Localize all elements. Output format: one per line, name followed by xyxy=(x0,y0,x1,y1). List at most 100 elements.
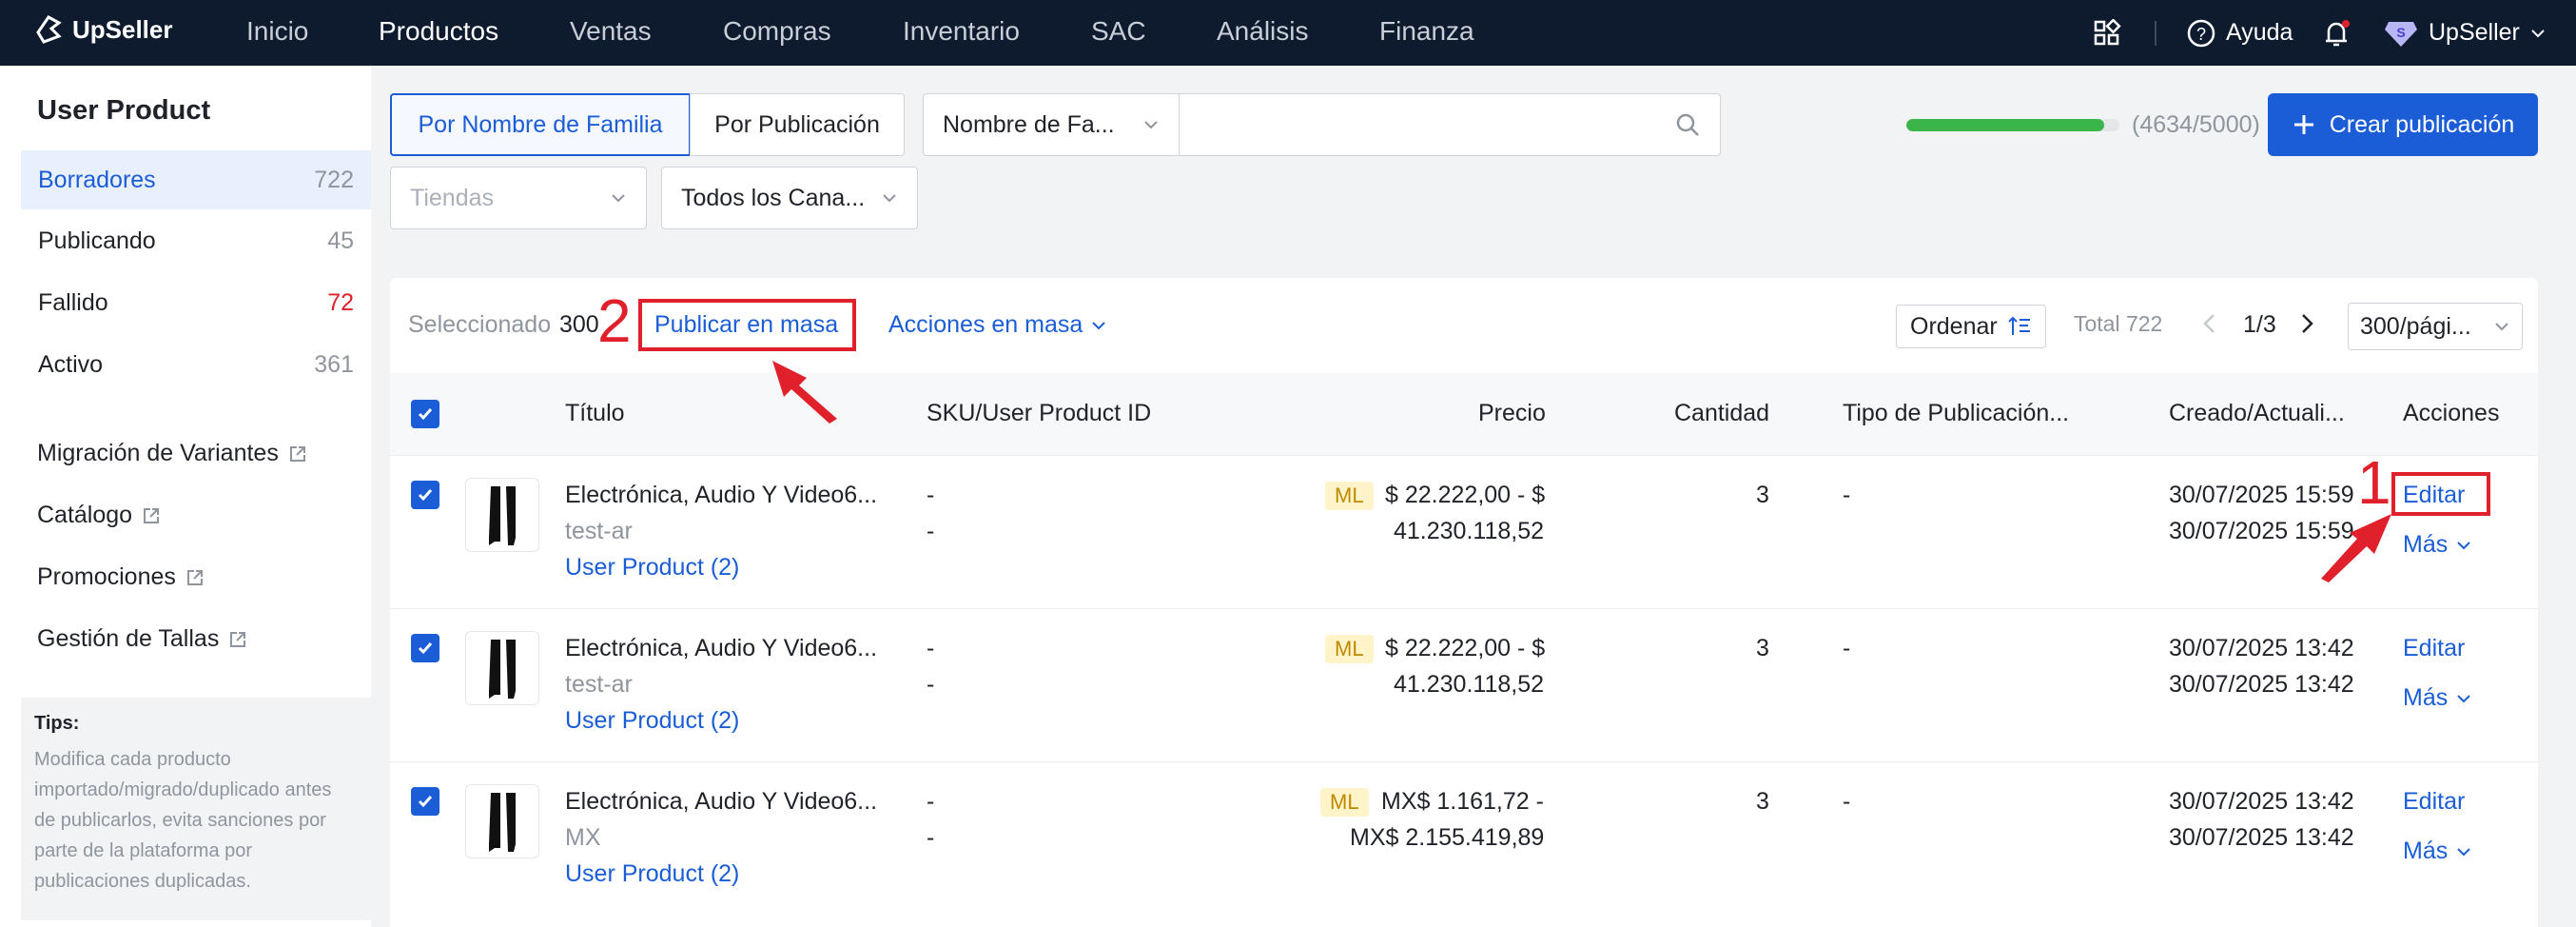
sidebar-link-label: Migración de Variantes xyxy=(37,440,279,466)
chevron-down-icon xyxy=(2457,694,2470,702)
bulk-actions-dropdown[interactable]: Acciones en masa xyxy=(888,311,1107,339)
app-logo[interactable]: UpSeller xyxy=(32,13,173,46)
sidebar-item-label: Publicando xyxy=(38,227,156,254)
sidebar-link-tallas[interactable]: Gestión de Tallas xyxy=(37,625,247,653)
tab-por-publicacion[interactable]: Por Publicación xyxy=(690,93,905,156)
col-header-actions: Acciones xyxy=(2403,400,2500,426)
search-field-select[interactable]: Nombre de Fa... xyxy=(923,93,1180,156)
tips-line: publicaciones duplicadas. xyxy=(34,871,251,892)
tab-por-nombre-familia[interactable]: Por Nombre de Familia xyxy=(390,93,691,156)
user-menu[interactable]: S UpSeller xyxy=(2383,0,2547,66)
more-label: Más xyxy=(2403,531,2449,558)
annotation-box-edit xyxy=(2391,472,2490,516)
bell-icon xyxy=(2326,19,2350,46)
notifications-button[interactable] xyxy=(2321,0,2352,66)
sidebar-item-fallido[interactable]: Fallido 72 xyxy=(21,273,371,332)
price-range-start: MX$ 1.161,72 - xyxy=(1381,788,1544,815)
more-actions-dropdown[interactable]: Más xyxy=(2403,838,2472,865)
nav-inventario[interactable]: Inventario xyxy=(903,16,1020,47)
sidebar-link-label: Gestión de Tallas xyxy=(37,625,220,652)
row-checkbox[interactable] xyxy=(411,481,439,509)
nav-sac[interactable]: SAC xyxy=(1091,16,1146,47)
quota-progress-bar xyxy=(1906,119,2119,131)
external-link-icon xyxy=(289,445,305,462)
sidebar-link-migracion[interactable]: Migración de Variantes xyxy=(37,440,307,467)
publication-type-value: - xyxy=(1843,788,1851,815)
prev-page-icon[interactable] xyxy=(2199,311,2220,336)
row-checkbox[interactable] xyxy=(411,787,439,816)
more-actions-dropdown[interactable]: Más xyxy=(2403,531,2472,559)
next-page-icon[interactable] xyxy=(2296,311,2317,336)
row-checkbox[interactable] xyxy=(411,634,439,662)
ml-badge: ML xyxy=(1320,788,1369,817)
user-product-toggle[interactable]: User Product (2) xyxy=(565,860,739,888)
chevron-down-icon xyxy=(2457,847,2470,856)
product-title[interactable]: Electrónica, Audio Y Video6... xyxy=(565,482,877,509)
search-input[interactable] xyxy=(1179,93,1721,156)
product-title[interactable]: Electrónica, Audio Y Video6... xyxy=(565,788,877,816)
col-header-publication-type: Tipo de Publicación... xyxy=(1843,400,2070,426)
help-button[interactable]: ? Ayuda xyxy=(2186,0,2293,66)
logo-text: UpSeller xyxy=(72,14,173,44)
annotation-box-bulk-publish xyxy=(638,299,856,351)
channels-select[interactable]: Todos los Cana... xyxy=(661,167,918,229)
check-icon xyxy=(418,489,433,502)
product-thumbnail[interactable] xyxy=(465,784,539,858)
product-thumbnail[interactable] xyxy=(465,478,539,552)
nav-compras[interactable]: Compras xyxy=(723,16,831,47)
tips-box: Tips: Modifica cada producto importado/m… xyxy=(21,698,371,920)
annotation-arrow-icon xyxy=(772,361,837,424)
nav-analisis[interactable]: Análisis xyxy=(1217,16,1308,47)
publication-type-value: - xyxy=(1843,635,1851,661)
ml-badge: ML xyxy=(1325,635,1374,663)
sidebar-item-publicando[interactable]: Publicando 45 xyxy=(21,211,371,270)
product-thumbnail[interactable] xyxy=(465,631,539,705)
check-icon xyxy=(418,408,433,421)
sidebar-item-count: 45 xyxy=(327,227,354,254)
upseller-logo-icon xyxy=(36,15,62,44)
edit-button[interactable]: Editar xyxy=(2403,788,2465,816)
sidebar-item-activo[interactable]: Activo 361 xyxy=(21,335,371,394)
page-size-select[interactable]: 300/pági... xyxy=(2348,303,2523,350)
tips-line: parte de la plataforma por xyxy=(34,840,253,861)
sidebar-link-catalogo[interactable]: Catálogo xyxy=(37,502,161,529)
chevron-down-icon xyxy=(2531,29,2545,37)
sidebar-item-borradores[interactable]: Borradores 722 xyxy=(21,150,371,209)
search-icon[interactable] xyxy=(1674,111,1701,138)
select-all-checkbox[interactable] xyxy=(411,400,439,428)
product-title[interactable]: Electrónica, Audio Y Video6... xyxy=(565,635,877,662)
nav-productos[interactable]: Productos xyxy=(379,16,498,47)
col-header-title: Título xyxy=(565,400,625,426)
edit-button[interactable]: Editar xyxy=(2403,635,2465,662)
avatar-icon: S xyxy=(2385,21,2417,47)
updated-date: 30/07/2025 13:42 xyxy=(2169,824,2354,851)
boot-image-icon xyxy=(489,793,516,852)
stores-select[interactable]: Tiendas xyxy=(390,167,647,229)
total-count: Total 722 xyxy=(2074,311,2163,336)
more-actions-dropdown[interactable]: Más xyxy=(2403,684,2472,712)
user-product-toggle[interactable]: User Product (2) xyxy=(565,707,739,735)
page-size-label: 300/pági... xyxy=(2360,312,2471,340)
chevron-down-icon xyxy=(1144,121,1158,129)
sidebar-link-promociones[interactable]: Promociones xyxy=(37,563,205,591)
product-store: test-ar xyxy=(565,671,633,698)
user-product-toggle[interactable]: User Product (2) xyxy=(565,554,739,582)
sort-icon xyxy=(2008,316,2030,335)
tips-line: Modifica cada producto xyxy=(34,749,231,770)
nav-inicio[interactable]: Inicio xyxy=(246,16,308,47)
user-product-id-value: - xyxy=(927,518,935,544)
top-nav-bar: UpSeller Inicio Productos Ventas Compras… xyxy=(0,0,2576,66)
svg-text:S: S xyxy=(2396,25,2405,40)
chevron-down-icon xyxy=(1092,321,1105,329)
svg-text:?: ? xyxy=(2196,25,2206,44)
bulk-actions-label: Acciones en masa xyxy=(888,311,1083,338)
nav-ventas[interactable]: Ventas xyxy=(570,16,652,47)
apps-grid-icon[interactable] xyxy=(2093,0,2121,66)
sort-button[interactable]: Ordenar xyxy=(1896,305,2046,348)
channels-label: Todos los Cana... xyxy=(681,184,866,211)
nav-finanza[interactable]: Finanza xyxy=(1379,16,1474,47)
more-label: Más xyxy=(2403,684,2449,711)
create-publication-button[interactable]: Crear publicación xyxy=(2268,93,2538,156)
help-icon: ? xyxy=(2187,19,2215,47)
user-product-id-value: - xyxy=(927,824,935,851)
